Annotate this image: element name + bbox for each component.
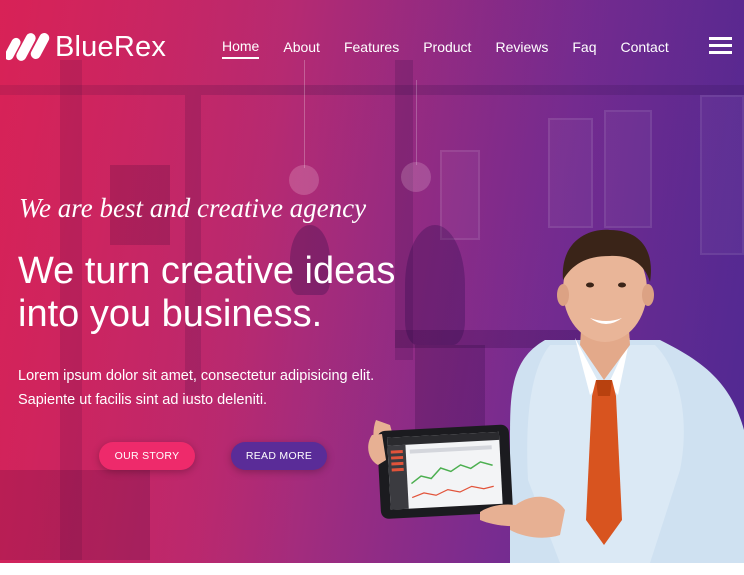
hero-section: BlueRex Home About Features Product Revi… — [0, 0, 744, 563]
our-story-button[interactable]: Our Story — [99, 442, 195, 470]
hero-description-line2: Sapiente ut facilis sint ad iusto deleni… — [18, 392, 268, 408]
hero-headline-line1: We turn creative ideas — [18, 250, 396, 292]
nav-item-about[interactable]: About — [283, 39, 320, 58]
bluerex-stripes-icon — [6, 33, 50, 61]
hero-description: Lorem ipsum dolor sit amet, consectetur … — [18, 364, 374, 412]
hero-headline-line2: into you business. — [18, 293, 323, 335]
hamburger-menu-icon[interactable] — [709, 37, 732, 54]
nav-item-home[interactable]: Home — [222, 38, 260, 59]
nav-item-reviews[interactable]: Reviews — [495, 39, 548, 58]
page-bottom-strip — [0, 563, 744, 575]
site-header: BlueRex Home About Features Product Revi… — [0, 0, 744, 92]
hero-description-line1: Lorem ipsum dolor sit amet, consectetur … — [18, 368, 375, 384]
businessman-with-tablet-image — [360, 220, 744, 563]
hero-headline: We turn creative ideas into you business… — [18, 250, 395, 336]
nav-item-product[interactable]: Product — [423, 39, 471, 58]
nav-item-faq[interactable]: Faq — [572, 39, 596, 58]
hero-tagline: We are best and creative agency — [19, 193, 367, 223]
brand-name: BlueRex — [55, 30, 167, 63]
brand-logo[interactable]: BlueRex — [6, 28, 166, 66]
main-navigation: Home About Features Product Reviews Faq … — [222, 38, 693, 59]
read-more-button[interactable]: Read More — [231, 442, 327, 470]
nav-item-contact[interactable]: Contact — [620, 39, 668, 58]
nav-item-features[interactable]: Features — [344, 39, 399, 58]
